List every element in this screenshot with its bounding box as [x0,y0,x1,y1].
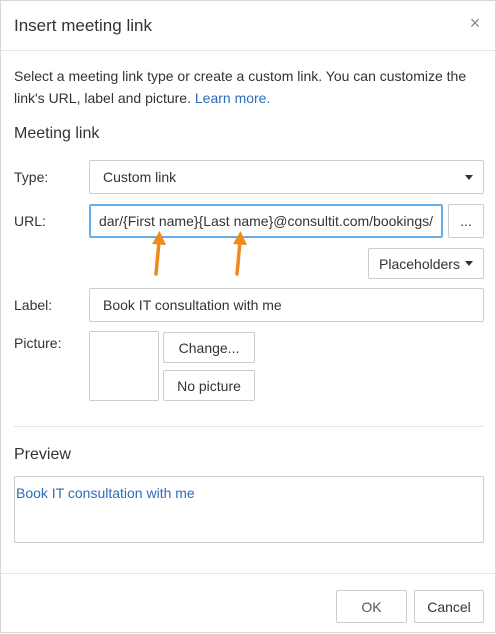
no-picture-button[interactable]: No picture [163,370,255,401]
picture-label: Picture: [14,335,62,351]
preview-heading: Preview [14,446,71,463]
url-input[interactable]: dar/{First name}{Last name}@consultit.co… [89,204,443,238]
type-select-value: Custom link [103,169,177,185]
url-browse-label: ... [460,213,472,229]
preview-box: Book IT consultation with me [14,476,484,543]
url-browse-button[interactable]: ... [448,204,484,238]
dialog-title: Insert meeting link [14,16,152,35]
section-divider [14,426,484,427]
annotation-arrow-first-name [152,231,166,276]
cancel-button[interactable]: Cancel [414,590,484,623]
description: Select a meeting link type or create a c… [14,65,484,109]
url-label: URL: [14,213,46,229]
ok-label: OK [361,598,382,615]
annotation-arrow-last-name [233,231,247,276]
type-select[interactable]: Custom link [89,160,484,194]
cancel-label: Cancel [427,598,471,615]
url-input-value: dar/{First name}{Last name}@consultit.co… [98,213,433,229]
close-icon[interactable]: × [465,13,485,33]
change-picture-button[interactable]: Change... [163,332,255,363]
chevron-down-icon [464,261,473,266]
change-picture-label: Change... [178,339,240,356]
label-input-value: Book IT consultation with me [103,297,282,313]
ok-button[interactable]: OK [336,590,407,623]
chevron-down-icon [465,175,473,180]
dialog-header: Insert meeting link × [1,1,495,51]
type-label: Type: [14,169,49,185]
placeholders-button[interactable]: Placeholders [368,248,484,279]
label-label: Label: [14,297,53,313]
picture-preview [89,331,159,401]
insert-meeting-link-dialog: Insert meeting link × Select a meeting l… [0,0,496,633]
preview-link[interactable]: Book IT consultation with me [16,485,195,501]
dialog-footer: OK Cancel [1,573,495,634]
placeholders-label: Placeholders [379,255,460,272]
learn-more-link[interactable]: Learn more. [195,90,270,106]
meeting-link-heading: Meeting link [14,125,100,142]
label-input[interactable]: Book IT consultation with me [89,288,484,322]
no-picture-label: No picture [177,377,241,394]
